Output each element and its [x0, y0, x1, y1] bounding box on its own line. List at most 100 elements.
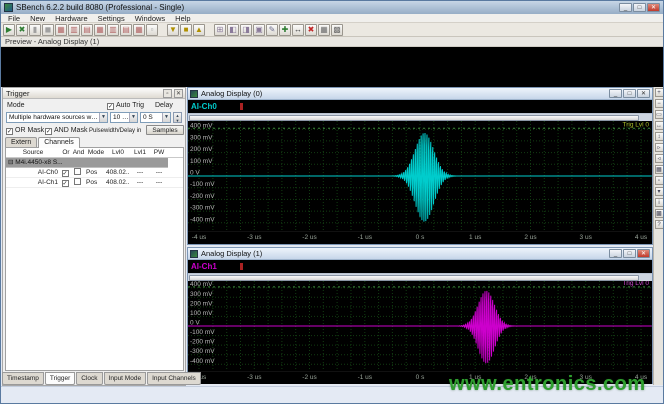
column-header-mode: Mode	[86, 148, 106, 158]
auto-trig-checkbox[interactable]: ✓Auto Trig	[107, 102, 144, 110]
new-spectrum-display-icon[interactable]: ▤	[81, 24, 93, 36]
cursor-a-icon[interactable]: ▹	[655, 143, 664, 152]
or-checkbox-box[interactable]: ✓	[62, 170, 69, 177]
or-mask-checkbox[interactable]: ✓OR Mask	[6, 127, 44, 135]
chevron-down-icon[interactable]: ▼	[129, 113, 137, 122]
tab-input-mode[interactable]: Input Mode	[104, 372, 147, 385]
tab-trigger[interactable]: Trigger	[45, 372, 75, 385]
and-mask-checkbox[interactable]: ✓AND Mask	[45, 127, 87, 135]
menu-item-settings[interactable]: Settings	[93, 14, 130, 23]
cell-lvl0: 408.02...	[106, 168, 130, 178]
table-group-row[interactable]: ⊟ M4i.4450-x8 S...	[6, 158, 168, 168]
horizontal-scrollbar[interactable]	[188, 273, 652, 281]
table-row[interactable]: AI-Ch0✓Pos408.02...------	[6, 168, 183, 178]
close-panel-icon[interactable]: ✕	[174, 89, 183, 98]
zoom-in-icon[interactable]: +	[655, 88, 664, 97]
chevron-down-icon[interactable]: ▼	[162, 113, 170, 122]
new-multi-display-icon[interactable]: ▥	[107, 24, 119, 36]
column-header-and: And	[72, 148, 85, 158]
stop-icon[interactable]: ✖	[16, 24, 28, 36]
trigger-delay-field[interactable]: 0 S ▼	[140, 112, 171, 123]
move-icon[interactable]: ↔	[292, 24, 304, 36]
maximize-icon[interactable]: □	[623, 249, 636, 258]
menu-item-new[interactable]: New	[25, 14, 50, 23]
or-checkbox-box[interactable]: ✓	[62, 180, 69, 187]
record-icon[interactable]: ◼	[42, 24, 54, 36]
menu-item-help[interactable]: Help	[170, 14, 195, 23]
minimize-icon[interactable]: _	[619, 3, 632, 12]
auto-trig-label: Auto Trig	[116, 102, 144, 109]
cell-lvl1: ---	[132, 178, 148, 188]
cell-mode: Pos	[86, 178, 106, 188]
minimize-icon[interactable]: _	[609, 249, 622, 258]
menu-item-windows[interactable]: Windows	[130, 14, 170, 23]
cell-source: AI-Ch1	[8, 178, 58, 188]
cell-and	[72, 168, 85, 178]
and-mask-checkbox-box[interactable]: ✓	[45, 128, 52, 135]
horizontal-scrollbar[interactable]	[188, 113, 652, 121]
delay-spinner[interactable]: ▲ ▼	[173, 112, 182, 123]
pause-icon[interactable]: ▮	[29, 24, 41, 36]
maximize-icon[interactable]: □	[633, 3, 646, 12]
tab-channels[interactable]: Channels	[38, 137, 80, 148]
tab-clock[interactable]: Clock	[76, 372, 102, 385]
split-view-icon[interactable]: ◨	[240, 24, 252, 36]
display-titlebar: Analog Display (1)_□✕	[188, 248, 652, 260]
marker-icon[interactable]: ▾	[655, 187, 664, 196]
waveform-plot[interactable]: 400 mV300 mV200 mV100 mV0 V-100 mV-200 m…	[188, 121, 652, 231]
close-icon[interactable]: ✕	[637, 89, 650, 98]
grid-toggle-icon[interactable]: ▦	[655, 165, 664, 174]
chevron-down-icon[interactable]: ▼	[99, 113, 107, 122]
float-panel-icon[interactable]: ▫	[163, 89, 172, 98]
new-xy-display-icon[interactable]: ▦	[94, 24, 106, 36]
add-channel-icon[interactable]: ✚	[279, 24, 291, 36]
run-icon[interactable]: ▶	[3, 24, 15, 36]
table-view-icon[interactable]: ▦	[318, 24, 330, 36]
and-checkbox-box[interactable]	[74, 168, 81, 175]
or-mask-checkbox-box[interactable]: ✓	[6, 128, 13, 135]
info-icon[interactable]: i	[655, 198, 664, 207]
zoom-out-icon[interactable]: −	[655, 99, 664, 108]
and-checkbox-box[interactable]	[74, 178, 81, 185]
delete-icon[interactable]: ✖	[305, 24, 317, 36]
snap-icon[interactable]: ▫	[655, 176, 664, 185]
trigger-timeout-field[interactable]: 10 ms ▼	[110, 112, 138, 123]
close-icon[interactable]: ✕	[647, 3, 660, 12]
zoom-x-icon[interactable]: ↔	[655, 121, 664, 130]
tab-timestamp[interactable]: Timestamp	[2, 372, 44, 385]
save-data-icon[interactable]: ■	[180, 24, 192, 36]
close-icon[interactable]: ✕	[637, 249, 650, 258]
zoom-y-icon[interactable]: ↕	[655, 132, 664, 141]
table-row[interactable]: AI-Ch1✓Pos408.02...------	[6, 178, 183, 188]
menu-item-hardware[interactable]: Hardware	[50, 14, 93, 23]
waveform-plot[interactable]: 400 mV300 mV200 mV100 mV0 V-100 mV-200 m…	[188, 281, 652, 371]
layout-grid-icon[interactable]: ▣	[253, 24, 265, 36]
cursor-b-icon[interactable]: ◃	[655, 154, 664, 163]
group-row-label: ⊟ M4i.4450-x8 S...	[8, 158, 166, 168]
auto-trig-checkbox-box[interactable]: ✓	[107, 103, 114, 110]
cell-source: AI-Ch0	[8, 168, 58, 178]
menu-item-file[interactable]: File	[3, 14, 25, 23]
edit-icon[interactable]: ✎	[266, 24, 278, 36]
cascade-windows-icon[interactable]: ◧	[227, 24, 239, 36]
new-zoom-display-icon[interactable]: ▤	[120, 24, 132, 36]
trigger-source-dropdown[interactable]: Multiple hardware sources with AND/OR ▼	[6, 112, 108, 123]
help-icon[interactable]: ?	[655, 220, 664, 229]
new-analog-display-icon[interactable]: ▦	[55, 24, 67, 36]
new-digital-display-icon[interactable]: ▥	[68, 24, 80, 36]
x-tick-label: 1 us	[469, 234, 481, 241]
tile-windows-icon[interactable]: ⊞	[214, 24, 226, 36]
time-axis: -4 us-3 us-2 us-1 us0 s1 us2 us3 us4 us	[188, 231, 652, 244]
tab-input-channels[interactable]: Input Channels	[147, 372, 201, 385]
export-data-icon[interactable]: ▼	[167, 24, 179, 36]
spinner-down-icon[interactable]: ▼	[174, 118, 181, 123]
samples-button[interactable]: Samples	[146, 125, 184, 135]
new-report-display-icon[interactable]: ▦	[133, 24, 145, 36]
options-icon[interactable]: ▩	[331, 24, 343, 36]
zoom-full-icon[interactable]: ▭	[655, 110, 664, 119]
import-data-icon[interactable]: ▲	[193, 24, 205, 36]
maximize-icon[interactable]: □	[623, 89, 636, 98]
display-settings-icon[interactable]: ▩	[655, 209, 664, 218]
minimize-icon[interactable]: _	[609, 89, 622, 98]
new-small-display-icon[interactable]: ▫	[146, 24, 158, 36]
